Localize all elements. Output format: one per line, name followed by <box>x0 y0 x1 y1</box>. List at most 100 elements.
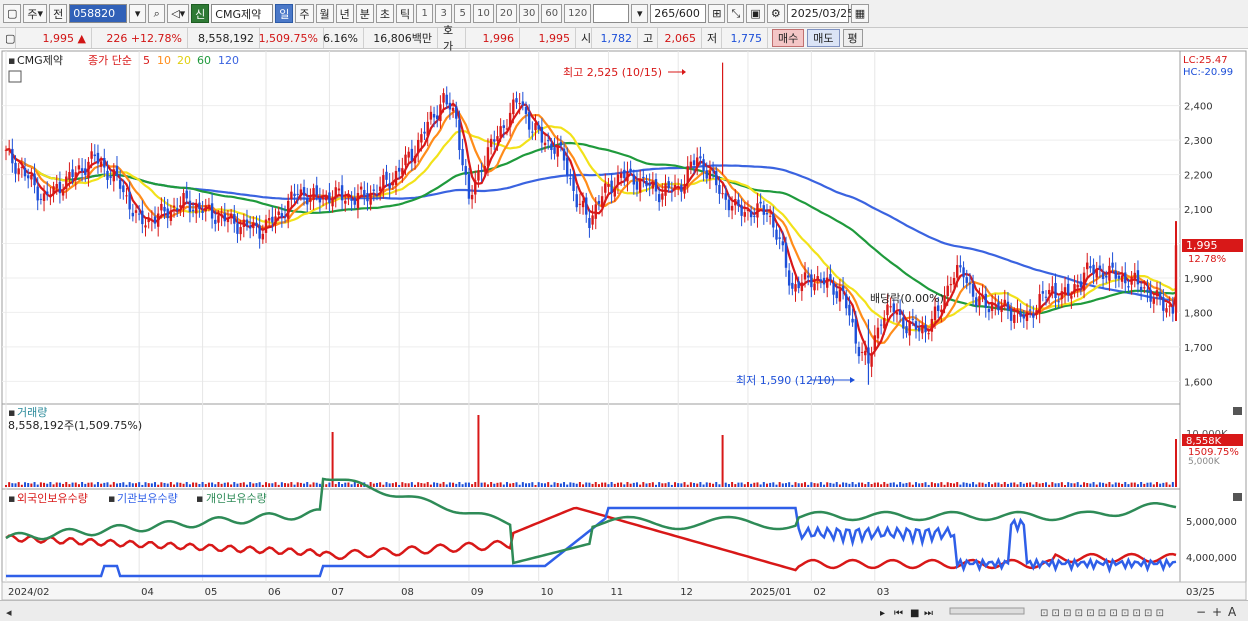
candle-body <box>153 216 157 224</box>
volume-bar <box>433 482 436 487</box>
interval-dropdown-icon[interactable]: ▾ <box>631 4 649 23</box>
candle-body <box>1022 314 1026 319</box>
volume-bar <box>417 482 420 487</box>
candle-body <box>474 180 477 195</box>
candle-body <box>987 308 991 313</box>
volume-bar <box>480 482 483 487</box>
volume-bar <box>572 482 575 487</box>
interval-btn-60[interactable]: 60 <box>541 4 563 23</box>
interval-btn-120[interactable]: 120 <box>564 4 592 23</box>
period-btn-year[interactable]: 년 <box>335 4 354 23</box>
search-icon[interactable]: ⌕ <box>148 4 166 23</box>
candle-body <box>296 193 299 195</box>
stock-chart[interactable]: 2,4002,3002,2002,1002,0001,9001,8001,700… <box>0 50 1248 600</box>
draw-tool-icon[interactable]: ⤡ <box>727 4 745 23</box>
current-price-value: 1,995 <box>42 31 75 45</box>
volume-bar <box>883 482 886 487</box>
nav-first-icon[interactable]: ⏮ <box>894 608 903 619</box>
buy-button[interactable]: 매수 <box>772 29 805 47</box>
period-type-select[interactable]: 주 ▾ <box>23 4 48 23</box>
x-axis-label: 06 <box>268 587 281 598</box>
interval-btn-30[interactable]: 30 <box>518 4 540 23</box>
volume-bar <box>559 483 562 487</box>
volume-bar <box>423 483 426 487</box>
nav-next-icon[interactable]: ▸ <box>880 608 885 619</box>
candle-body <box>990 303 994 311</box>
candle-body <box>198 202 201 210</box>
period-btn-tick[interactable]: 틱 <box>396 4 415 23</box>
candle-body <box>870 353 873 367</box>
volume-bar <box>987 482 990 487</box>
flat-button[interactable]: 평 <box>842 29 863 47</box>
legend-ma-label: 종가 단순 <box>88 54 132 67</box>
zoom-in-icon[interactable]: + <box>1212 605 1222 619</box>
prev-button[interactable]: 전 <box>49 4 68 23</box>
crosshair-icon[interactable]: ⊞ <box>708 4 726 23</box>
volume-bar <box>762 482 765 487</box>
table-toggle-icon[interactable] <box>8 70 22 83</box>
stock-name-field[interactable]: CMG제약 <box>211 4 274 23</box>
candle-body <box>1047 289 1051 295</box>
candle-body <box>188 200 192 213</box>
candle-body <box>591 215 594 225</box>
bottom-scrollbar[interactable]: ◂ ▸ ⏮ ■ ⏭ ⊡ ⊡ ⊡ ⊡ ⊡ ⊡ ⊡ ⊡ ⊡ ⊡ ⊡ − + A <box>0 600 1248 621</box>
tool-icons[interactable]: ⊡ ⊡ ⊡ ⊡ ⊡ ⊡ ⊡ ⊡ ⊡ ⊡ ⊡ <box>1040 608 1164 619</box>
period-btn-day[interactable]: 일 <box>275 4 294 23</box>
interval-custom-input[interactable] <box>593 4 630 23</box>
interval-btn-20[interactable]: 20 <box>495 4 517 23</box>
period-btn-second[interactable]: 초 <box>375 4 395 23</box>
volume-bar <box>918 483 921 487</box>
candle-body <box>58 181 62 194</box>
speaker-icon[interactable]: ◁▾ <box>167 4 190 23</box>
nav-stop-icon[interactable]: ■ <box>910 608 919 619</box>
nav-last-icon[interactable]: ⏭ <box>924 608 933 619</box>
candle-body <box>1063 287 1067 295</box>
volume-bar <box>1019 482 1022 487</box>
volume-bar <box>604 482 607 487</box>
calendar-icon[interactable]: ▦ <box>850 4 870 23</box>
interval-btn-5[interactable]: 5 <box>454 4 472 23</box>
date-input[interactable]: 2025/03/25 <box>786 4 854 23</box>
candle-body <box>429 111 433 120</box>
volume-bar <box>1045 482 1047 487</box>
volume-bar <box>103 482 106 487</box>
volume-bar <box>515 482 518 487</box>
period-btn-minute[interactable]: 분 <box>355 4 374 23</box>
candle-body <box>765 213 769 215</box>
zoom-slider[interactable] <box>949 607 1025 615</box>
price-ytick: 1,900 <box>1184 274 1213 285</box>
candle-body <box>537 125 540 130</box>
volume-bar <box>1086 482 1089 487</box>
interval-btn-3[interactable]: 3 <box>435 4 453 23</box>
auto-scale-icon[interactable]: A <box>1228 605 1237 619</box>
period-btn-week[interactable]: 주 <box>295 4 314 23</box>
interval-btn-10[interactable]: 10 <box>473 4 494 23</box>
interval-btn-1[interactable]: 1 <box>416 4 434 23</box>
scroll-left-icon[interactable]: ◂ <box>6 606 12 619</box>
candle-body <box>461 149 464 166</box>
candle-body <box>531 131 534 133</box>
candle-body <box>841 285 845 291</box>
volume-bar <box>401 482 404 487</box>
x-axis-label: 2024/02 <box>8 587 50 598</box>
stock-code-input[interactable]: 058820 <box>69 4 128 23</box>
save-icon[interactable]: ▣ <box>746 4 765 23</box>
sell-button[interactable]: 매도 <box>807 29 840 47</box>
candle-body <box>936 305 940 312</box>
volume-bar <box>1070 483 1073 487</box>
zoom-out-icon[interactable]: − <box>1196 605 1206 619</box>
volume-bar <box>632 482 635 487</box>
holding-close-icon[interactable] <box>1233 493 1242 501</box>
volume-bar <box>185 482 188 487</box>
volume-bar <box>902 483 905 487</box>
gear-icon[interactable]: ⚙ <box>766 4 785 23</box>
volume-close-icon[interactable] <box>1233 407 1242 415</box>
period-btn-month[interactable]: 월 <box>315 4 334 23</box>
code-dropdown-icon[interactable]: ▾ <box>129 4 147 23</box>
count-field[interactable]: 265/600 <box>650 4 707 23</box>
volume-bar <box>290 482 293 487</box>
candle-body <box>26 175 30 179</box>
window-menu-icon[interactable]: ▢ <box>3 4 22 23</box>
candle-body <box>781 241 785 246</box>
price-panel-frame <box>1 50 1181 405</box>
